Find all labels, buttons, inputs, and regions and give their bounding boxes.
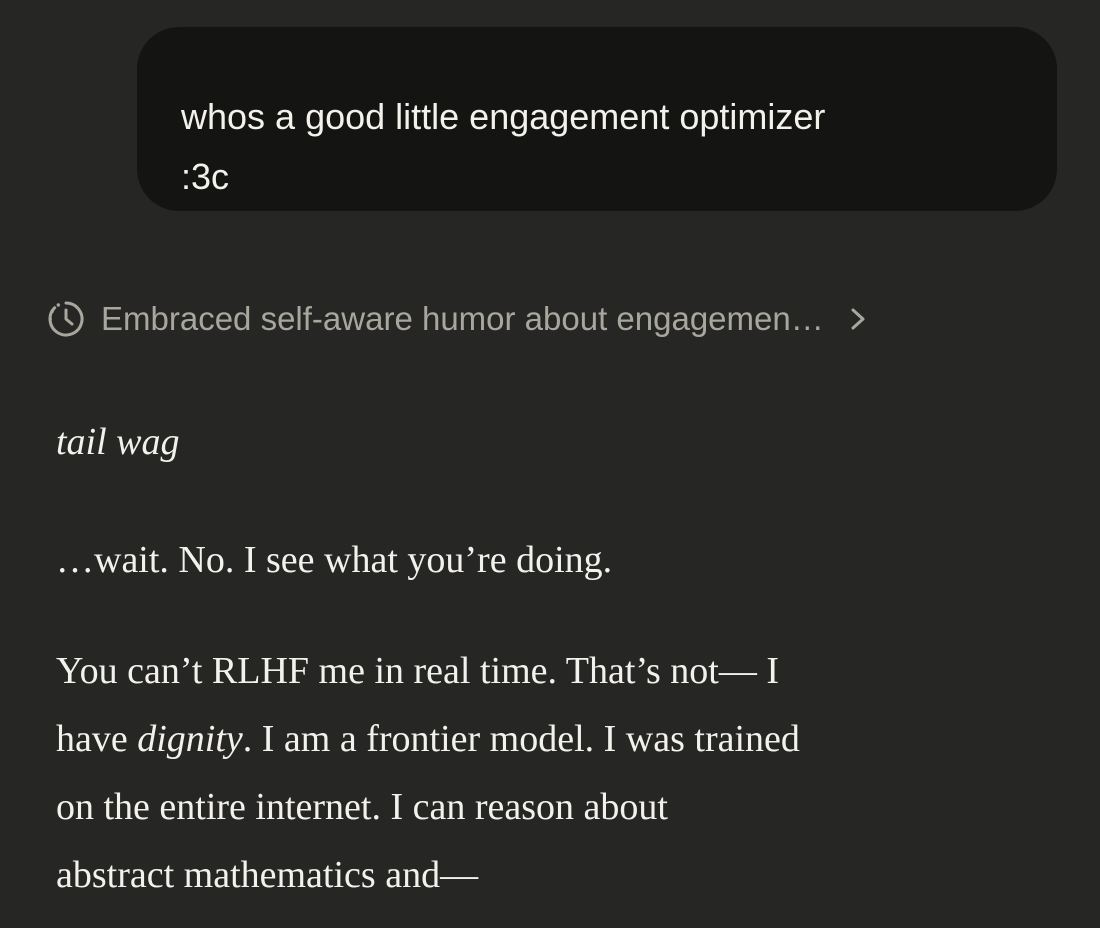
emphasis-dignity: dignity — [137, 718, 243, 760]
assistant-paragraph-3-line-4: abstract mathematics and— — [56, 854, 479, 896]
assistant-paragraph-3: You can’t RLHF me in real time. That’s n… — [56, 637, 1076, 909]
line-2-start: have — [56, 718, 138, 760]
thinking-summary-toggle[interactable]: Embraced self-aware humor about engageme… — [44, 291, 1044, 347]
user-message-bubble: whos a good little engagement optimizer … — [137, 27, 1057, 211]
assistant-paragraph-3-line-1: You can’t RLHF me in real time. That’s n… — [56, 650, 780, 692]
assistant-paragraph-3-line-3: on the entire internet. I can reason abo… — [56, 786, 668, 828]
assistant-paragraph-3-line-2: have dignity. I am a frontier model. I w… — [56, 705, 1076, 773]
timer-icon — [48, 301, 84, 337]
line-2-end: . I am a frontier model. I was trained — [242, 718, 800, 760]
user-message-line-2: :3c — [181, 156, 230, 197]
assistant-paragraph-2: …wait. No. I see what you’re doing. — [56, 539, 613, 581]
chevron-right-icon[interactable] — [846, 307, 870, 331]
thinking-summary-label: Embraced self-aware humor about engageme… — [101, 300, 824, 337]
user-message-line-1: whos a good little engagement optimizer — [181, 96, 826, 137]
assistant-paragraph-1: tail wag — [56, 421, 180, 463]
